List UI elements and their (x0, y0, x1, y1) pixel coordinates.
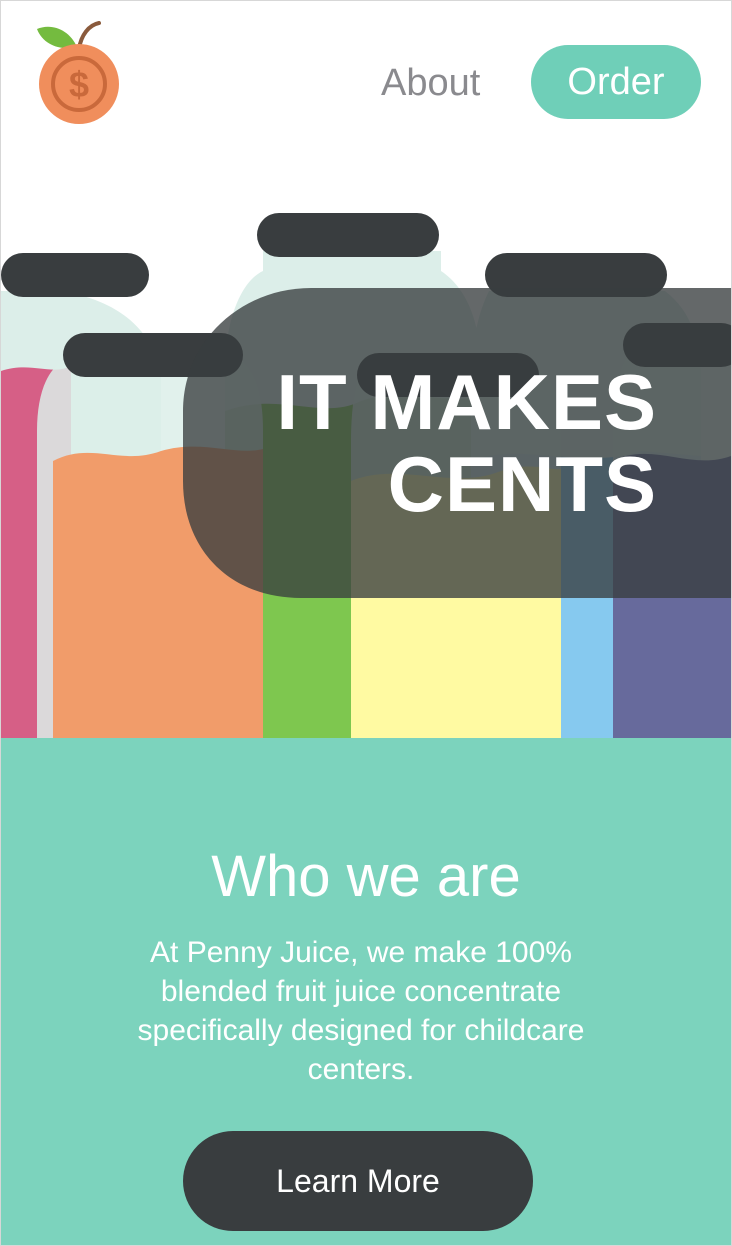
section-title: Who we are (211, 844, 521, 909)
hero-headline: IT MAKES CENTS (276, 361, 657, 525)
site-header: $ About Order (1, 1, 731, 171)
orange-coin-logo-icon[interactable]: $ (35, 21, 125, 131)
learn-more-button[interactable]: Learn More (183, 1131, 533, 1231)
svg-text:$: $ (69, 64, 89, 105)
section-description: At Penny Juice, we make 100% blended fru… (137, 936, 585, 1086)
who-we-are-section: Who we are At Penny Juice, we make 100% … (1, 738, 731, 1245)
hero-headline-line1: IT MAKES (276, 358, 657, 446)
nav-order-button[interactable]: Order (531, 45, 701, 119)
hero-banner: IT MAKES CENTS (1, 171, 731, 738)
hero-headline-line2: CENTS (387, 440, 657, 528)
page: $ About Order IT MAKES CENTS Who we are … (0, 0, 732, 1246)
nav-about-link[interactable]: About (381, 63, 480, 103)
